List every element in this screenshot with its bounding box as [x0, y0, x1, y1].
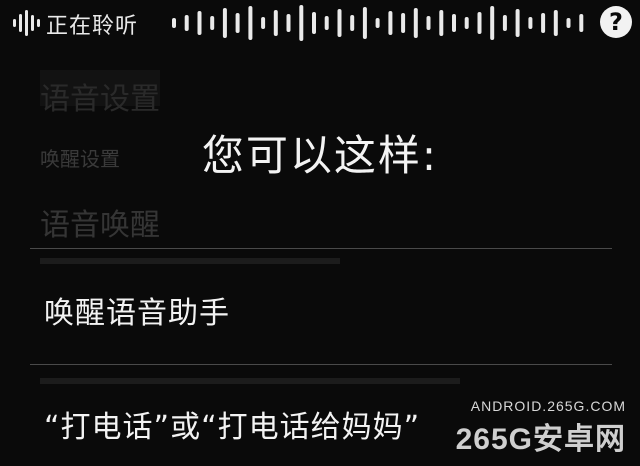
site-watermark: ANDROID.265G.COM 265G安卓网	[456, 398, 626, 458]
divider	[30, 248, 612, 249]
suggestion-item[interactable]: “打电话”或“打电话给妈妈”	[44, 402, 420, 446]
waveform-bar	[528, 17, 533, 29]
waveform-bar	[235, 13, 240, 33]
background-item-subtext	[40, 258, 340, 264]
background-item-voice-wakeup: 语音唤醒	[40, 208, 160, 243]
waveform-bar	[439, 10, 444, 36]
waveform-bar	[452, 14, 456, 32]
divider	[30, 364, 612, 365]
waveform-bar	[515, 9, 520, 37]
waveform-bar	[579, 14, 584, 32]
background-item-subtext	[40, 378, 460, 384]
voice-waveform	[172, 5, 584, 41]
waveform-bar	[273, 10, 278, 36]
listening-status-label: 正在聆听	[46, 14, 139, 39]
waveform-bar	[388, 11, 393, 35]
waveform-bar	[299, 5, 304, 41]
waveform-bar	[210, 16, 215, 30]
waveform-bar	[312, 12, 316, 34]
watermark-brand: 265G安卓网	[455, 423, 626, 456]
suggestion-item[interactable]: 唤醒语音助手	[44, 288, 230, 332]
status-bar: 正在聆听 ?	[0, 0, 640, 48]
waveform-bar	[413, 8, 418, 38]
waveform-bar	[502, 15, 507, 31]
background-settings-screen: 语音设置 唤醒设置 语音唤醒	[0, 0, 640, 466]
waveform-bar	[490, 6, 495, 40]
listening-waveform-icon	[13, 10, 40, 36]
hint-title: 您可以这样:	[201, 131, 439, 180]
waveform-bar	[222, 8, 227, 38]
help-icon[interactable]: ?	[600, 6, 632, 38]
waveform-bar	[401, 13, 406, 33]
waveform-bar	[553, 10, 558, 36]
waveform-bar	[184, 15, 189, 31]
waveform-bar	[362, 7, 367, 39]
waveform-bar	[541, 13, 546, 33]
background-title: 语音设置	[40, 82, 160, 117]
waveform-bar	[375, 18, 380, 28]
waveform-bar	[426, 16, 431, 30]
waveform-bar	[477, 12, 482, 34]
waveform-bar	[197, 11, 202, 35]
waveform-bar	[350, 15, 355, 31]
waveform-bar	[172, 18, 176, 28]
waveform-bar	[464, 17, 469, 29]
waveform-bar	[286, 14, 291, 32]
waveform-bar	[248, 6, 253, 40]
waveform-bar	[324, 16, 329, 30]
waveform-bar	[566, 18, 571, 28]
watermark-url: ANDROID.265G.COM	[470, 398, 626, 414]
waveform-bar	[337, 9, 342, 37]
waveform-bar	[261, 17, 266, 29]
